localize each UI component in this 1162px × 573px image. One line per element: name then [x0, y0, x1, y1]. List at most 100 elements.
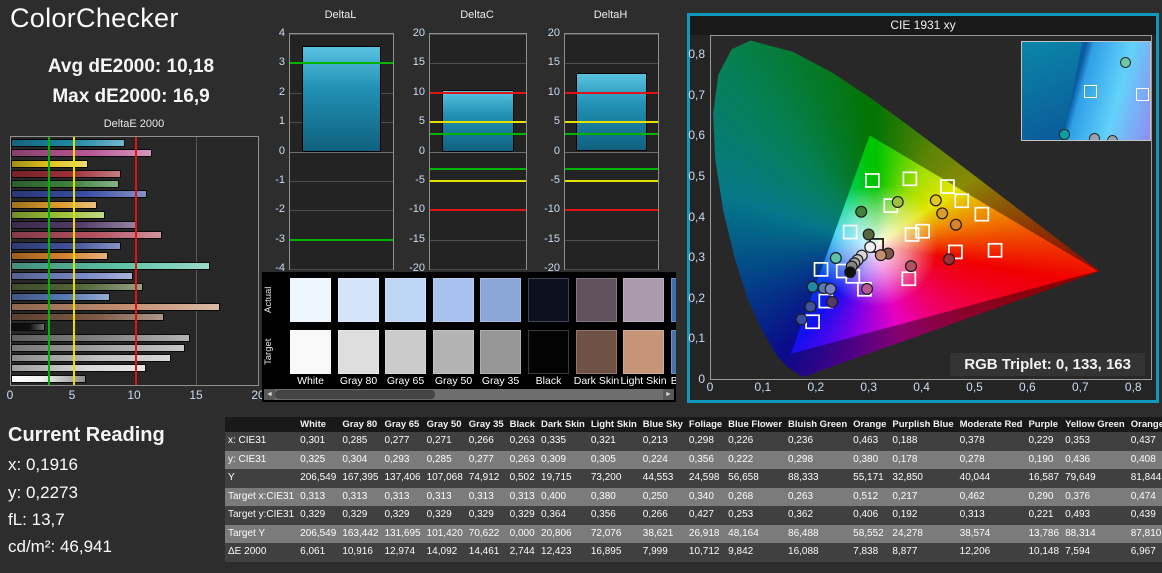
cie-x-axis: 0 0,1 0,2 0,3 0,4 0,5 0,6 0,7 0,8 [707, 380, 1150, 396]
inset-target [1136, 88, 1149, 101]
y-tick-label: 0,8 [688, 47, 705, 62]
reference-line [565, 168, 658, 171]
table-cell: 0,439 [1127, 506, 1162, 525]
swatch-comparison-panel: Actual Target White Gray 80 Gray 65 Gray 50… [262, 272, 676, 402]
reference-line [72, 137, 75, 385]
table-cell: 0,253 [725, 506, 786, 525]
deltac-chart-title: DeltaC [460, 9, 494, 21]
swatch-scroll-right-arrow[interactable]: ► [663, 389, 674, 400]
row-label: y: CIE31 [225, 450, 298, 469]
rgb-triplet-badge: RGB Triplet: 0, 133, 163 [950, 353, 1145, 376]
deltah-chart-title: DeltaH [593, 9, 628, 21]
table-cell: 206,549 [297, 469, 340, 488]
table-cell: 0,190 [1025, 450, 1063, 469]
deltae-bar-yellow-green [11, 210, 105, 219]
table-cell: 0,463 [850, 432, 890, 451]
swatch-actual-blue-sky [671, 278, 676, 322]
table-cell: 0,221 [1025, 506, 1063, 525]
table-cell: 58,552 [850, 524, 890, 543]
table-cell: 6,061 [297, 543, 340, 562]
table-cell: 0,277 [465, 450, 507, 469]
table-cell: 0,329 [381, 506, 424, 525]
target-square-yellow-green [902, 171, 918, 187]
table-cell: 70,622 [465, 524, 507, 543]
reference-line [565, 132, 658, 135]
table-cell: 32,850 [889, 469, 957, 488]
deltal-chart-title: DeltaL [324, 9, 357, 21]
table-cell: 0,376 [1062, 487, 1128, 506]
column-header: Dark Skin [538, 417, 588, 432]
deltah-bar [576, 72, 647, 152]
swatch-label: Gray 65 [386, 375, 425, 387]
table-cell: 24,598 [685, 469, 726, 488]
table-cell: 0,213 [639, 432, 686, 451]
deltae-bar-gray-65 [11, 354, 172, 363]
swatch-actual-black [528, 278, 569, 322]
table-cell: 72,076 [587, 524, 640, 543]
y-tick-label: 15 [412, 56, 425, 69]
swatch-label: Light Skin [620, 375, 667, 387]
swatch-scrollbar-thumb[interactable] [275, 390, 435, 399]
table-cell: 0,462 [956, 487, 1026, 506]
column-header: White [297, 417, 340, 432]
reference-line [565, 121, 658, 124]
table-cell: 19,715 [538, 469, 588, 488]
gridline [430, 63, 526, 65]
swatch-target-light-skin [623, 330, 664, 374]
table-cell: 0,512 [850, 487, 890, 506]
gridline [565, 239, 658, 241]
table-cell: 0,313 [506, 487, 539, 506]
table-cell: 0,321 [587, 432, 640, 451]
table-cell: 13,786 [1025, 524, 1063, 543]
column-header: Gray 35 [465, 417, 507, 432]
y-tick-label: 5 [553, 115, 560, 128]
measurement-table: White Gray 80 Gray 65 Gray 50 Gray 35 Black Da… [225, 417, 1162, 562]
table-cell: 38,621 [639, 524, 686, 543]
reference-line [430, 179, 526, 182]
gridline [290, 269, 393, 270]
table-cell: 0,329 [506, 506, 539, 525]
swatch-target-dark-skin [576, 330, 617, 374]
swatch-scroll-left-arrow[interactable]: ◄ [264, 389, 275, 400]
table-corner-cell [225, 417, 298, 432]
deltae-bar-gray-80 [11, 364, 146, 373]
y-tick-label: 0,1 [688, 331, 705, 346]
table-cell: 0,325 [297, 450, 340, 469]
deltae-bar-green [11, 180, 119, 189]
gridline [565, 34, 658, 35]
table-cell: 0,263 [506, 450, 539, 469]
table-cell: 0,226 [725, 432, 786, 451]
deltae-bar-orange [11, 251, 108, 260]
swatch-label: Gray 35 [481, 375, 520, 387]
swatch-label: Black [535, 375, 562, 387]
inset-point [1120, 57, 1131, 68]
table-cell: 0,313 [956, 506, 1026, 525]
table-cell: 0,304 [339, 450, 382, 469]
swatch-target-white [290, 330, 331, 374]
gridline [290, 180, 393, 182]
table-row: Target y:CIE31 0,329 0,329 0,329 0,329 0,329 0… [225, 506, 1162, 525]
swatch-target-gray-50 [433, 330, 474, 374]
table-cell: 0,263 [785, 487, 851, 506]
swatch-actual-dark-skin [576, 278, 617, 322]
reference-line [430, 168, 526, 171]
x-tick-label: 10 [127, 388, 141, 402]
x-tick-label: 15 [189, 388, 203, 402]
column-header: Orange [850, 417, 890, 432]
row-label: ΔE 2000 [225, 543, 298, 562]
y-tick-label: -5 [550, 173, 560, 186]
table-cell: 0,329 [297, 506, 340, 525]
deltae-bar-moderate-red [11, 231, 162, 240]
y-tick-label: 5 [418, 115, 425, 128]
measured-point-blue-flower [824, 282, 837, 295]
swatch-target-black [528, 330, 569, 374]
table-row: Target x:CIE31 0,313 0,313 0,313 0,313 0,313 0… [225, 487, 1162, 506]
current-reading-y: y: 0,2273 [8, 483, 78, 502]
y-tick-label: -10 [544, 203, 560, 216]
table-cell: 0,313 [465, 487, 507, 506]
y-tick-label: 0 [278, 144, 285, 157]
swatch-scrollbar[interactable]: ◄ ► [264, 389, 674, 400]
column-header: Yellow Green [1062, 417, 1128, 432]
row-label: Y [225, 469, 298, 488]
gridline [430, 34, 526, 35]
